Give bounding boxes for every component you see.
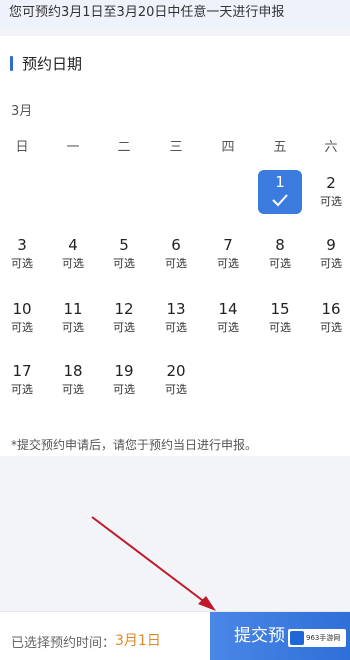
red-arrow-annotation: [91, 516, 216, 611]
submit-button[interactable]: 提交预 963手游网: [210, 612, 350, 660]
bottom-bar: 已选择预约时间： 3月1日 提交预 963手游网: [0, 611, 350, 660]
submit-button-label: 提交预: [234, 626, 285, 646]
watermark-logo-icon: [290, 631, 304, 645]
selected-time-label: 已选择预约时间：: [11, 636, 116, 651]
watermark-text: 963手游网: [306, 634, 341, 642]
selected-time-value: 3月1日: [115, 633, 161, 649]
watermark: 963手游网: [288, 629, 346, 647]
